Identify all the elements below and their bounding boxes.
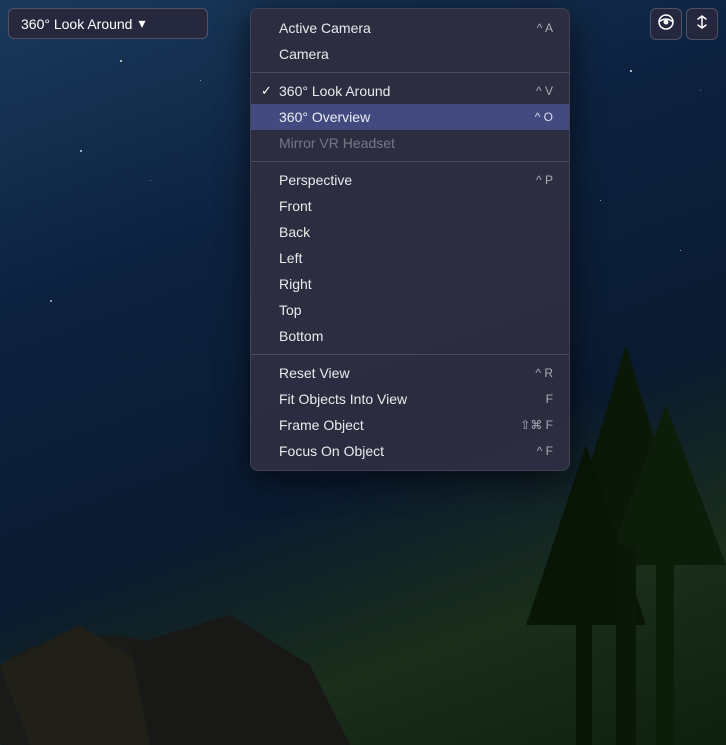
- dropdown-label: 360° Look Around: [21, 16, 132, 32]
- menu-divider: [251, 354, 569, 355]
- arrows-icon-button[interactable]: [686, 8, 718, 40]
- menu-item-fit-objects[interactable]: Fit Objects Into View F: [251, 386, 569, 412]
- menu-item-label-mirror-vr: Mirror VR Headset: [279, 135, 553, 151]
- menu-item-shortcut-frame-object: ⇧⌘ F: [520, 418, 553, 432]
- menu-item-label-fit-objects: Fit Objects Into View: [279, 391, 530, 407]
- eye-icon-button[interactable]: [650, 8, 682, 40]
- menu-item-shortcut-look-around: ^ V: [536, 84, 553, 98]
- menu-item-label-overview: 360° Overview: [279, 109, 519, 125]
- menu-divider: [251, 161, 569, 162]
- menu-item-look-around[interactable]: 360° Look Around ^ V: [251, 78, 569, 104]
- menu-item-bottom[interactable]: Bottom: [251, 323, 569, 349]
- menu-item-shortcut-fit-objects: F: [546, 392, 553, 406]
- menu-item-perspective[interactable]: Perspective ^ P: [251, 167, 569, 193]
- menu-item-shortcut-focus-object: ^ F: [537, 444, 553, 458]
- menu-item-label-active-camera: Active Camera: [279, 20, 521, 36]
- top-bar-icons: [650, 8, 718, 40]
- menu-item-overview[interactable]: 360° Overview ^ O: [251, 104, 569, 130]
- menu-item-label-right: Right: [279, 276, 553, 292]
- menu-item-frame-object[interactable]: Frame Object ⇧⌘ F: [251, 412, 569, 438]
- menu-item-label-frame-object: Frame Object: [279, 417, 504, 433]
- menu-item-top[interactable]: Top: [251, 297, 569, 323]
- menu-item-front[interactable]: Front: [251, 193, 569, 219]
- rocks-silhouette: [0, 545, 350, 745]
- menu-item-back[interactable]: Back: [251, 219, 569, 245]
- menu-item-active-camera[interactable]: Active Camera ^ A: [251, 15, 569, 41]
- menu-item-right[interactable]: Right: [251, 271, 569, 297]
- menu-item-label-back: Back: [279, 224, 553, 240]
- menu-item-camera[interactable]: Camera: [251, 41, 569, 67]
- menu-item-focus-object[interactable]: Focus On Object ^ F: [251, 438, 569, 464]
- menu-item-label-camera: Camera: [279, 46, 553, 62]
- menu-item-label-left: Left: [279, 250, 553, 266]
- menu-item-left[interactable]: Left: [251, 245, 569, 271]
- menu-item-shortcut-overview: ^ O: [535, 110, 553, 124]
- menu-item-shortcut-perspective: ^ P: [536, 173, 553, 187]
- menu-item-shortcut-active-camera: ^ A: [537, 21, 553, 35]
- menu-item-label-look-around: 360° Look Around: [279, 83, 520, 99]
- menu-item-label-front: Front: [279, 198, 553, 214]
- dropdown-arrow-icon: ▾: [138, 15, 145, 32]
- menu-item-label-reset-view: Reset View: [279, 365, 519, 381]
- menu-item-label-perspective: Perspective: [279, 172, 520, 188]
- menu-item-shortcut-reset-view: ^ R: [535, 366, 553, 380]
- view-dropdown-button[interactable]: 360° Look Around ▾: [8, 8, 208, 39]
- menu-item-label-focus-object: Focus On Object: [279, 443, 521, 459]
- menu-item-label-top: Top: [279, 302, 553, 318]
- view-dropdown-menu: Active Camera ^ A Camera 360° Look Around ^ …: [250, 8, 570, 471]
- menu-divider: [251, 72, 569, 73]
- menu-item-label-bottom: Bottom: [279, 328, 553, 344]
- arrows-icon: [694, 14, 710, 33]
- eye-icon: [657, 13, 675, 34]
- menu-item-mirror-vr: Mirror VR Headset: [251, 130, 569, 156]
- menu-item-reset-view[interactable]: Reset View ^ R: [251, 360, 569, 386]
